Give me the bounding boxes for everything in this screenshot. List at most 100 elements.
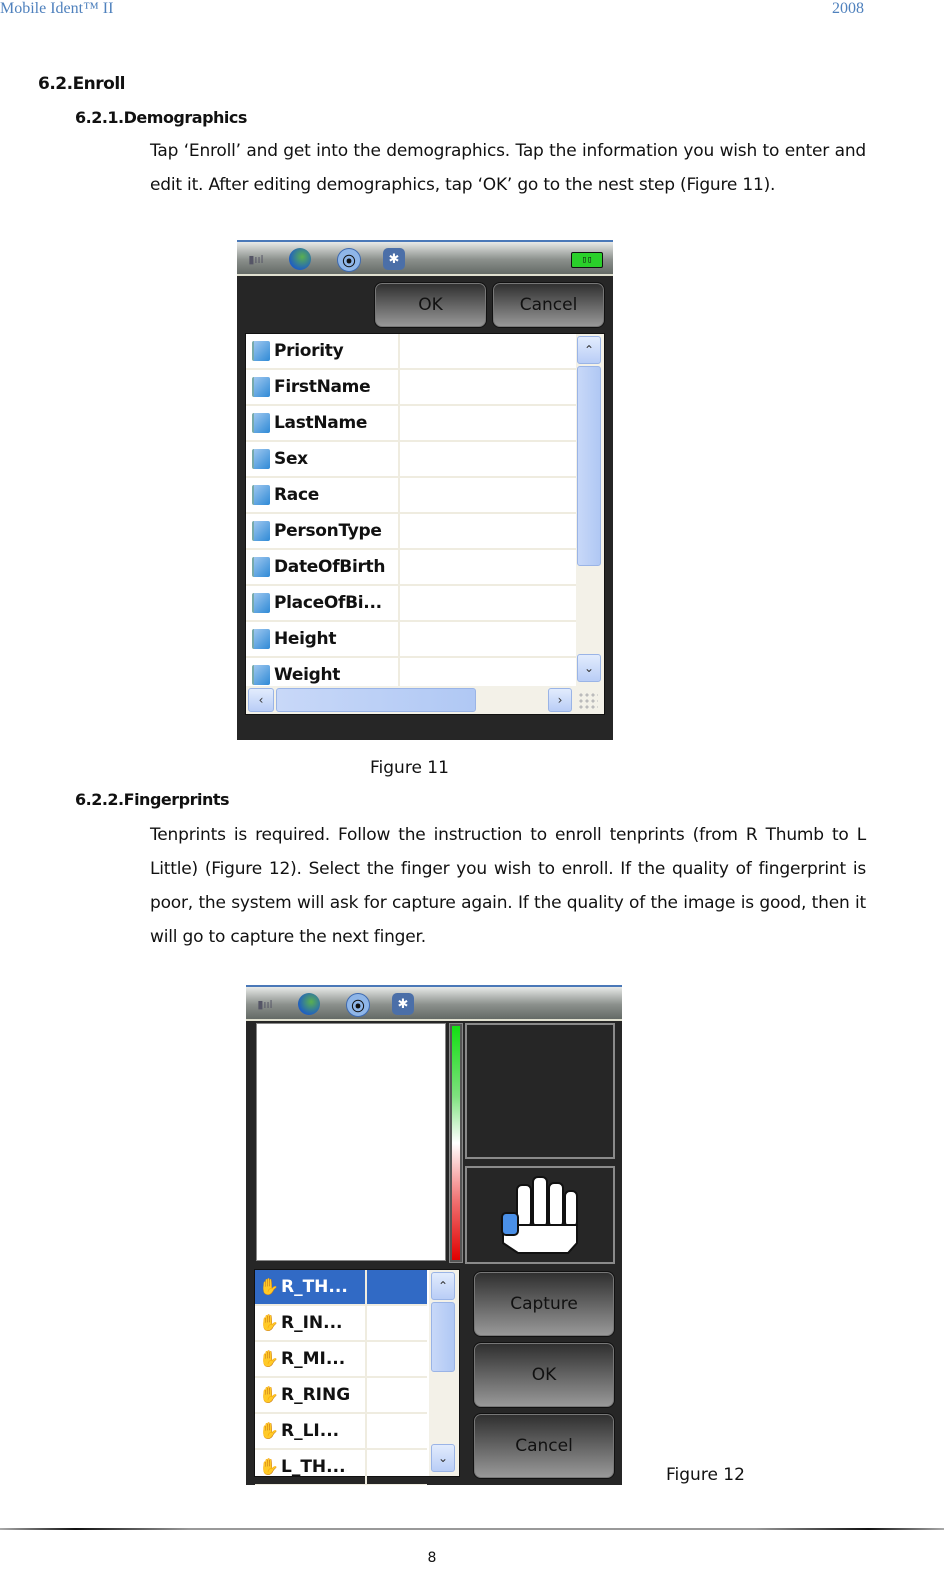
notepad-icon xyxy=(252,341,270,361)
finger-name-cell: ✋ R_IN... xyxy=(255,1306,367,1340)
finger-list-item[interactable]: ✋ R_LI... xyxy=(255,1414,427,1450)
ok-button[interactable]: OK xyxy=(473,1342,615,1408)
field-name: Height xyxy=(274,629,337,649)
field-name: PlaceOfBi... xyxy=(274,593,382,613)
ok-button[interactable]: OK xyxy=(374,282,487,328)
battery-icon: ▯▯ xyxy=(571,252,603,268)
finger-list-item[interactable]: ✋ R_MI... xyxy=(255,1342,427,1378)
field-name: Sex xyxy=(274,449,308,469)
cancel-button[interactable]: Cancel xyxy=(473,1413,615,1479)
demographics-row[interactable]: Priority xyxy=(246,334,576,370)
quality-meter xyxy=(449,1023,463,1263)
field-name: Priority xyxy=(274,341,344,361)
field-name: DateOfBirth xyxy=(274,557,386,577)
captured-image-pane xyxy=(465,1023,615,1159)
field-name-cell: Race xyxy=(246,478,400,512)
field-name-cell: PlaceOfBi... xyxy=(246,586,400,620)
bluetooth-icon: ✱ xyxy=(383,248,405,270)
scroll-down-button[interactable]: ⌄ xyxy=(431,1444,455,1472)
horizontal-scrollbar[interactable]: ‹ › xyxy=(246,686,604,714)
figure-12-caption: Figure 12 xyxy=(666,1465,745,1485)
globe-icon xyxy=(289,248,311,270)
finger-name: R_LI... xyxy=(281,1421,340,1441)
demographics-row[interactable]: Sex xyxy=(246,442,576,478)
demographics-row[interactable]: PersonType xyxy=(246,514,576,550)
demographics-row[interactable]: Height xyxy=(246,622,576,658)
scroll-left-button[interactable]: ‹ xyxy=(248,688,274,712)
notepad-icon xyxy=(252,629,270,649)
footer-divider xyxy=(0,1528,944,1530)
page-number: 8 xyxy=(427,1550,437,1566)
hand-icon: ✋ xyxy=(259,1385,279,1404)
finger-list: ✋ R_TH... ✋ R_IN... ✋ R_MI... ✋ R_RING ✋ R_LI... ✋… xyxy=(254,1269,460,1485)
finger-list-item[interactable]: ✋ R_RING xyxy=(255,1378,427,1414)
globe-icon xyxy=(298,993,320,1015)
demographics-row[interactable]: LastName xyxy=(246,406,576,442)
running-header-year: 2008 xyxy=(832,0,864,17)
demographics-grid: Priority FirstName LastName Sex Race PersonTy… xyxy=(245,333,605,715)
horizontal-scroll-thumb[interactable] xyxy=(276,688,476,712)
radio-icon: ⦿ xyxy=(346,993,370,1017)
finger-name-cell: ✋ R_TH... xyxy=(255,1270,367,1304)
notepad-icon xyxy=(252,449,270,469)
hand-icon: ✋ xyxy=(259,1313,279,1332)
finger-list-scrollbar[interactable]: ⌃ ⌄ xyxy=(429,1270,459,1476)
hand-diagram-icon xyxy=(501,1176,578,1254)
finger-name-cell: ✋ R_RING xyxy=(255,1378,367,1412)
finger-list-scroll-thumb[interactable] xyxy=(431,1302,455,1372)
cancel-button[interactable]: Cancel xyxy=(492,282,605,328)
finger-list-item[interactable]: ✋ R_TH... xyxy=(255,1270,427,1306)
fingerprints-paragraph: Tenprints is required. Follow the instru… xyxy=(150,825,866,947)
resize-grip-icon[interactable] xyxy=(578,692,598,710)
demographics-row[interactable]: DateOfBirth xyxy=(246,550,576,586)
selected-finger-highlight xyxy=(501,1212,519,1236)
finger-name-cell: ✋ L_TH... xyxy=(255,1450,367,1484)
finger-name: L_TH... xyxy=(281,1457,346,1477)
notepad-icon xyxy=(252,593,270,613)
field-name: LastName xyxy=(274,413,368,433)
field-name-cell: LastName xyxy=(246,406,400,440)
device-status-bar: ▮ııl ⦿ ✱ xyxy=(246,985,622,1021)
demographics-row[interactable]: PlaceOfBi... xyxy=(246,586,576,622)
running-header-title: Mobile Ident™ II xyxy=(0,0,114,17)
field-name-cell: PersonType xyxy=(246,514,400,548)
scroll-down-button[interactable]: ⌄ xyxy=(577,654,601,682)
field-name-cell: Priority xyxy=(246,334,400,368)
signal-icon: ▮ııl xyxy=(257,997,273,1011)
notepad-icon xyxy=(252,665,270,685)
finger-name-cell: ✋ R_MI... xyxy=(255,1342,367,1376)
field-name: FirstName xyxy=(274,377,371,397)
device-status-bar: ▮ııl ⦿ ✱ ▯▯ xyxy=(237,240,613,276)
hand-diagram-pane xyxy=(465,1166,615,1264)
vertical-scrollbar[interactable]: ⌃ ⌄ xyxy=(576,334,604,686)
signal-icon: ▮ııl xyxy=(248,252,264,266)
notepad-icon xyxy=(252,521,270,541)
hand-icon: ✋ xyxy=(259,1349,279,1368)
hand-icon: ✋ xyxy=(259,1277,279,1296)
scroll-up-button[interactable]: ⌃ xyxy=(431,1272,455,1300)
figure-11-caption: Figure 11 xyxy=(370,758,449,778)
scroll-up-button[interactable]: ⌃ xyxy=(577,336,601,364)
notepad-icon xyxy=(252,557,270,577)
capture-button[interactable]: Capture xyxy=(473,1271,615,1337)
notepad-icon xyxy=(252,485,270,505)
finger-name: R_IN... xyxy=(281,1313,343,1333)
finger-name: R_RING xyxy=(281,1385,351,1405)
field-name-cell: FirstName xyxy=(246,370,400,404)
quality-meter-fill xyxy=(452,1026,460,1260)
field-name: Weight xyxy=(274,665,341,685)
demographics-row[interactable]: Race xyxy=(246,478,576,514)
finger-list-item[interactable]: ✋ R_IN... xyxy=(255,1306,427,1342)
field-name: PersonType xyxy=(274,521,382,541)
subsection-heading-fingerprints: 6.2.2.Fingerprints xyxy=(75,790,230,809)
bluetooth-icon: ✱ xyxy=(392,993,414,1015)
notepad-icon xyxy=(252,377,270,397)
finger-name-cell: ✋ R_LI... xyxy=(255,1414,367,1448)
demographics-row[interactable]: FirstName xyxy=(246,370,576,406)
hand-icon: ✋ xyxy=(259,1421,279,1440)
vertical-scroll-thumb[interactable] xyxy=(577,366,601,566)
scroll-right-button[interactable]: › xyxy=(548,688,572,712)
field-name-cell: DateOfBirth xyxy=(246,550,400,584)
finger-list-item[interactable]: ✋ L_TH... xyxy=(255,1450,427,1485)
subsection-heading-demographics: 6.2.1.Demographics xyxy=(75,108,247,127)
